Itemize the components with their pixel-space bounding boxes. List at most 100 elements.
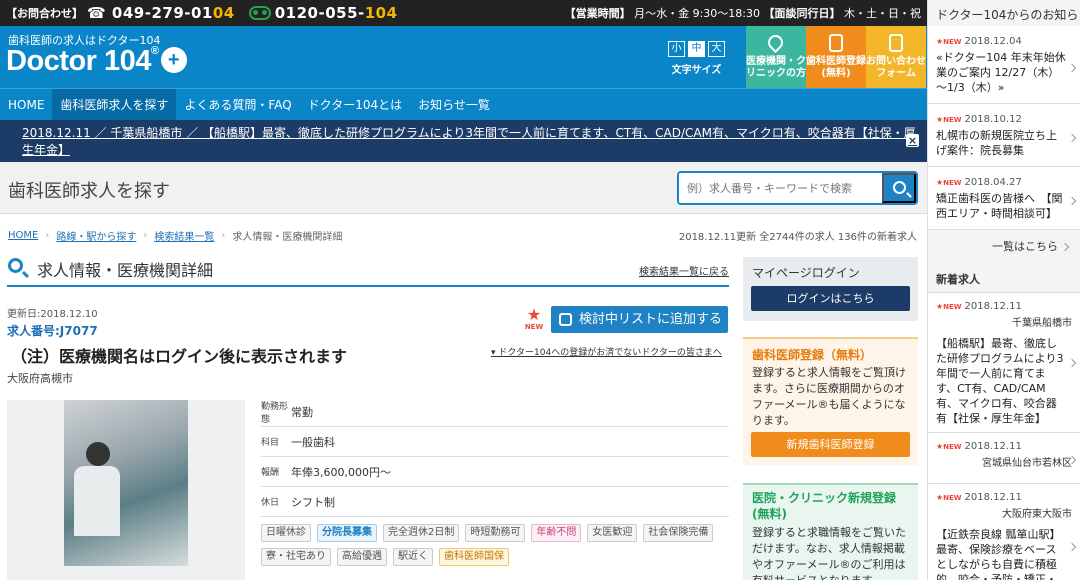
- new-job-item[interactable]: ★NEW 2018.12.11 大阪府東大阪市 【近鉄奈良線 瓢箪山駅】最寄、保険診療…: [928, 483, 1080, 580]
- news-more-text: 一覧はこちら: [992, 240, 1058, 253]
- breadcrumb: HOME › 路線・駅から探す › 検索結果一覧 › 求人情報・医療機関詳細: [8, 228, 342, 243]
- chevron-right-icon: [1067, 63, 1077, 72]
- nav-faq[interactable]: よくある質問・FAQ: [176, 89, 299, 121]
- star-icon: ★: [526, 305, 542, 324]
- new-badge-label: NEW: [524, 323, 544, 331]
- ticker-link[interactable]: 2018.12.11 ／ 千葉県船橋市 ／ 【船橋駅】最寄、徹底した研修プログラ…: [22, 124, 927, 158]
- dentist-register-box: 歯科医師登録（無料） 登録すると求人情報をご覧頂けます。さらに医療期間からのオフ…: [743, 337, 918, 465]
- font-size-small-button[interactable]: 小: [668, 41, 685, 57]
- phone-number-2[interactable]: 0120-055-104: [275, 4, 398, 22]
- feature-tag: 時短勤務可: [465, 524, 526, 542]
- guide-link-text: ドクター104への登録がお済でないドクターの皆さまへ: [498, 348, 722, 358]
- ticker-close-icon[interactable]: ×: [906, 134, 919, 147]
- contact-form-button[interactable]: お問い合わせフォーム: [866, 26, 926, 88]
- magnifier-icon: [8, 258, 23, 273]
- feature-tag: 日曜休診: [261, 524, 311, 542]
- job-date: 2018.12.11: [964, 492, 1022, 503]
- job-date-row: ★NEW 2018.12.11: [936, 441, 1072, 452]
- font-size-label: 文字サイズ: [671, 65, 722, 76]
- bookmark-icon: [559, 313, 572, 326]
- contact-bar: 【お問合わせ】 ☎ 049-279-0104 0120-055-104 【営業時…: [0, 0, 927, 26]
- feature-tag: 歯科医師国保: [439, 548, 509, 566]
- hours-value: 月～水・金 9:30～18:30: [634, 7, 760, 20]
- new-job-item[interactable]: ★NEW 2018.12.11 千葉県船橋市 【船橋駅】最寄、徹底した研修プログラムに…: [928, 292, 1080, 432]
- news-date: 2018.12.04: [964, 36, 1022, 47]
- register-button-label: 歯科医師登録(無料): [806, 56, 866, 79]
- breadcrumb-results[interactable]: 検索結果一覧: [154, 228, 214, 243]
- map-pin-icon: [764, 31, 787, 54]
- info-row: 休日 シフト制: [261, 487, 729, 517]
- updated-date: 更新日:2018.12.10: [7, 309, 98, 320]
- closed-label: 【面談同行日】: [763, 7, 841, 20]
- font-size-switcher: 小 中 大 文字サイズ: [668, 41, 725, 76]
- breadcrumb-route[interactable]: 路線・駅から探す: [56, 228, 136, 243]
- chevron-right-icon: [1060, 242, 1070, 252]
- search-button[interactable]: [882, 173, 916, 203]
- info-key: 報酬: [261, 468, 280, 478]
- unregistered-guide-link[interactable]: ▾ ドクター104への登録がお済でないドクターの皆さまへ: [491, 345, 722, 358]
- job-info-table: 勤務形態 常勤 科目 一般歯科 報酬 年俸3,600,000円～ 休日 シフト制: [261, 397, 729, 517]
- add-to-list-label: 検討中リストに追加する: [579, 312, 723, 327]
- font-size-medium-button[interactable]: 中: [688, 41, 705, 57]
- news-text: 矯正歯科医の皆様へ 【関西エリア・時間相談可】: [936, 192, 1063, 220]
- news-date-row: ★NEW 2018.12.04: [936, 36, 1072, 47]
- search-icon: [893, 181, 906, 194]
- nav-about[interactable]: ドクター104とは: [300, 89, 410, 121]
- job-date-row: ★NEW 2018.12.11: [936, 301, 1072, 312]
- login-button[interactable]: ログインはこちら: [751, 286, 910, 311]
- news-heading: ドクター104からのお知らせ: [936, 8, 1079, 39]
- news-more-link[interactable]: 一覧はこちら: [928, 230, 1080, 260]
- job-date: 2018.12.11: [964, 301, 1022, 312]
- section-header: 求人情報・医療機関詳細 検索結果一覧に戻る: [7, 253, 729, 287]
- site-logo[interactable]: Doctor 104® +: [6, 45, 187, 78]
- news-item[interactable]: ★NEW 2018.12.04 «ドクター104 年末年始休業のご案内 12/27（…: [928, 26, 1080, 104]
- phone2-main: 0120-055-: [274, 4, 365, 22]
- font-size-large-button[interactable]: 大: [708, 41, 725, 57]
- section-title: 求人情報・医療機関詳細: [37, 261, 214, 280]
- new-job-item[interactable]: ★NEW 2018.12.11 宮城県仙台市若林区: [928, 432, 1080, 483]
- side-column: マイページログイン ログインはこちら 歯科医師登録（無料） 登録すると求人情報を…: [743, 257, 918, 580]
- feature-tag: 高給優遇: [337, 548, 387, 566]
- mypage-title: マイページログイン: [752, 266, 860, 280]
- nav-search-jobs[interactable]: 歯科医師求人を探す: [52, 88, 177, 121]
- clinic-register-title: 医院・クリニック新規登録(無料): [752, 491, 897, 521]
- logo-plus-icon: +: [160, 47, 187, 73]
- nav-news[interactable]: お知らせ一覧: [410, 89, 498, 121]
- back-to-results-link[interactable]: 検索結果一覧に戻る: [639, 263, 729, 278]
- info-row: 科目 一般歯科: [261, 427, 729, 457]
- new-label: NEW: [943, 494, 962, 502]
- new-dentist-register-button[interactable]: 新規歯科医師登録: [751, 432, 910, 457]
- breadcrumb-home[interactable]: HOME: [8, 230, 38, 241]
- feature-tag: 分院長募集: [317, 524, 377, 542]
- news-date-row: ★NEW 2018.04.27: [936, 177, 1072, 188]
- job-location: 宮城県仙台市若林区: [982, 458, 1072, 469]
- chevron-right-icon: [1067, 196, 1077, 206]
- nav-home[interactable]: HOME: [0, 89, 52, 121]
- main-column: 【お問合わせ】 ☎ 049-279-0104 0120-055-104 【営業時…: [0, 0, 927, 580]
- phone2-highlight: 104: [364, 4, 398, 22]
- news-date-row: ★NEW 2018.10.12: [936, 114, 1072, 125]
- job-name: （注）医療機関名はログイン後に表示されます: [11, 347, 348, 366]
- search-input[interactable]: [679, 173, 881, 203]
- breadcrumb-current: 求人情報・医療機関詳細: [232, 232, 343, 243]
- news-item[interactable]: ★NEW 2018.10.12 札幌市の新規医院立ち上げ案件：院長募集: [928, 104, 1080, 167]
- new-label: NEW: [943, 443, 962, 451]
- feature-tag: 年齢不問: [531, 524, 582, 542]
- phone1-main: 049-279-01: [111, 4, 213, 22]
- new-label: NEW: [943, 38, 962, 46]
- phone-number-1[interactable]: ☎ 049-279-0104: [87, 4, 235, 22]
- feature-tag: 寮・社宅あり: [261, 548, 331, 566]
- job-date: 2018.12.11: [964, 441, 1022, 452]
- clinic-photo: [7, 400, 245, 580]
- add-to-list-button[interactable]: 検討中リストに追加する: [551, 306, 728, 333]
- dentist-register-button[interactable]: 歯科医師登録(無料): [806, 26, 866, 88]
- job-location: 大阪府東大阪市: [1002, 509, 1072, 520]
- page-root: 【お問合わせ】 ☎ 049-279-0104 0120-055-104 【営業時…: [0, 0, 1080, 580]
- news-item[interactable]: ★NEW 2018.04.27 矯正歯科医の皆様へ 【関西エリア・時間相談可】: [928, 167, 1080, 230]
- clinic-button[interactable]: 医療機関・クリニックの方: [746, 26, 806, 88]
- feature-tag: 社会保険完備: [643, 524, 714, 542]
- clinic-register-box: 医院・クリニック新規登録(無料) 登録すると求職情報をご覧いただけます。なお、求…: [743, 483, 918, 580]
- breadcrumb-separator-icon: ›: [221, 230, 226, 241]
- mypage-login-box: マイページログイン ログインはこちら: [743, 257, 918, 321]
- news-list: ★NEW 2018.12.04 «ドクター104 年末年始休業のご案内 12/27（…: [928, 26, 1080, 230]
